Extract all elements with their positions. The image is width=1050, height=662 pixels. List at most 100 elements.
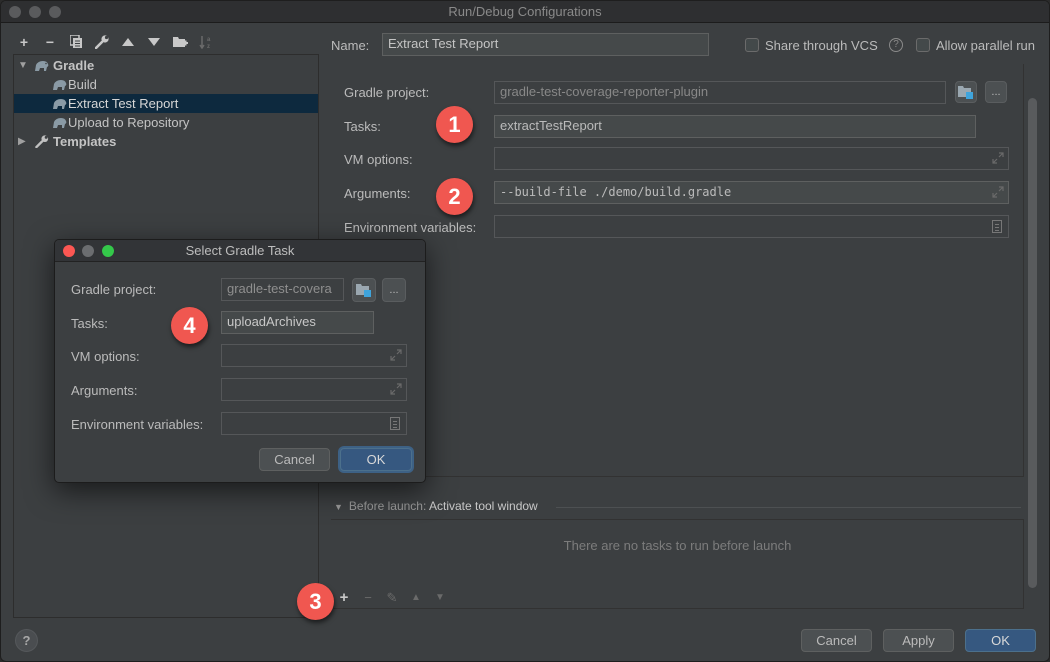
title-bar: Run/Debug Configurations xyxy=(1,1,1049,23)
tree-label-build: Build xyxy=(68,77,97,92)
dialog-vm-options-input[interactable] xyxy=(221,344,407,367)
tree-label-gradle: Gradle xyxy=(53,58,95,73)
dialog-arguments-input[interactable] xyxy=(221,378,407,401)
arrow-up-icon[interactable] xyxy=(119,33,137,51)
tree-label-extract-test-report: Extract Test Report xyxy=(68,96,179,111)
arguments-value: --build-file ./demo/build.gradle xyxy=(500,185,732,199)
tree-node-extract-test-report[interactable]: Extract Test Report xyxy=(14,94,318,113)
annotation-badge-3: 3 xyxy=(297,583,334,620)
before-launch-empty-text: There are no tasks to run before launch xyxy=(563,538,792,553)
plus-icon[interactable]: + xyxy=(337,589,351,606)
svg-text:a: a xyxy=(207,37,211,43)
window-title: Run/Debug Configurations xyxy=(448,4,602,19)
document-icon[interactable] xyxy=(992,220,1002,233)
annotation-badge-2: 2 xyxy=(436,178,473,215)
minimize-dialog-button[interactable] xyxy=(82,245,94,257)
ok-button[interactable]: OK xyxy=(965,629,1036,652)
select-gradle-task-dialog: Select Gradle Task Gradle project: gradl… xyxy=(54,239,426,483)
dialog-environment-variables-label: Environment variables: xyxy=(71,417,204,432)
tree-node-gradle[interactable]: ▼ Gradle xyxy=(14,56,318,75)
help-icon[interactable]: ? xyxy=(889,38,903,52)
close-window-button[interactable] xyxy=(9,6,21,18)
environment-variables-input[interactable] xyxy=(494,215,1009,238)
name-label: Name: xyxy=(331,38,370,53)
dialog-tasks-input[interactable]: uploadArchives xyxy=(221,311,374,334)
name-input[interactable]: Extract Test Report xyxy=(382,33,709,56)
annotation-badge-4: 4 xyxy=(171,307,208,344)
gradle-elephant-icon xyxy=(35,61,49,71)
dialog-tasks-label: Tasks: xyxy=(71,316,108,331)
help-button[interactable]: ? xyxy=(15,629,38,652)
dialog-title: Select Gradle Task xyxy=(185,243,295,258)
close-dialog-button[interactable] xyxy=(63,245,75,257)
zoom-window-button[interactable] xyxy=(49,6,61,18)
tasks-input[interactable]: extractTestReport xyxy=(494,115,976,138)
gradle-project-input[interactable]: gradle-test-coverage-reporter-plugin xyxy=(494,81,946,104)
copy-icon[interactable] xyxy=(67,33,85,51)
arguments-input[interactable]: --build-file ./demo/build.gradle xyxy=(494,181,1009,204)
gradle-elephant-icon xyxy=(53,118,67,128)
document-icon[interactable] xyxy=(390,417,400,430)
dialog-arguments-label: Arguments: xyxy=(71,383,138,398)
before-launch-header[interactable]: ▼ Before launch: Activate tool window xyxy=(334,499,538,513)
collapsed-arrow-icon[interactable]: ▶ xyxy=(18,132,26,151)
expand-icon[interactable] xyxy=(992,186,1004,198)
dialog-vm-options-label: VM options: xyxy=(71,349,140,364)
arguments-label: Arguments: xyxy=(344,186,411,201)
svg-text:z: z xyxy=(207,44,210,49)
dialog-title-bar: Select Gradle Task xyxy=(55,240,425,262)
select-project-button[interactable] xyxy=(955,81,977,103)
tasks-label: Tasks: xyxy=(344,119,381,134)
collapse-arrow-icon[interactable]: ▼ xyxy=(334,502,343,512)
gradle-elephant-icon xyxy=(53,99,67,109)
configurations-toolbar: + − az xyxy=(15,33,215,51)
dialog-select-project-button[interactable] xyxy=(352,278,376,302)
dialog-environment-variables-input[interactable] xyxy=(221,412,407,435)
allow-parallel-checkbox[interactable] xyxy=(916,38,930,52)
minus-icon[interactable]: − xyxy=(361,590,375,605)
gradle-elephant-icon xyxy=(53,80,67,90)
dialog-gradle-project-input[interactable]: gradle-test-covera xyxy=(221,278,344,301)
share-vcs-checkbox[interactable] xyxy=(745,38,759,52)
folder-icon xyxy=(958,86,973,99)
before-launch-title: Activate tool window xyxy=(428,499,538,513)
tree-node-templates[interactable]: ▶ Templates xyxy=(14,132,318,151)
expand-icon[interactable] xyxy=(390,383,402,395)
vm-options-label: VM options: xyxy=(344,152,413,167)
tree-node-upload-to-repository[interactable]: Upload to Repository xyxy=(14,113,318,132)
new-folder-icon[interactable] xyxy=(171,33,189,51)
minus-icon[interactable]: − xyxy=(41,33,59,51)
folder-icon xyxy=(356,284,371,297)
cancel-button[interactable]: Cancel xyxy=(801,629,872,652)
apply-button[interactable]: Apply xyxy=(883,629,954,652)
allow-parallel-label[interactable]: Allow parallel run xyxy=(936,38,1035,53)
arrow-down-icon[interactable]: ▼ xyxy=(433,592,447,603)
dialog-ok-button[interactable]: OK xyxy=(340,448,412,471)
expand-icon[interactable] xyxy=(992,152,1004,164)
gradle-project-label: Gradle project: xyxy=(344,85,430,100)
arrow-down-icon[interactable] xyxy=(145,33,163,51)
plus-icon[interactable]: + xyxy=(15,33,33,51)
vertical-scrollbar[interactable] xyxy=(1028,98,1037,588)
tree-label-upload-to-repository: Upload to Repository xyxy=(68,115,190,130)
browse-project-button[interactable]: ... xyxy=(985,81,1007,103)
sort-alpha-icon[interactable]: az xyxy=(197,33,215,51)
wrench-icon xyxy=(35,135,49,148)
dialog-cancel-button[interactable]: Cancel xyxy=(259,448,330,471)
minimize-window-button[interactable] xyxy=(29,6,41,18)
expanded-arrow-icon[interactable]: ▼ xyxy=(18,56,28,75)
environment-variables-label: Environment variables: xyxy=(344,220,477,235)
tree-node-build[interactable]: Build xyxy=(14,75,318,94)
wrench-icon[interactable] xyxy=(93,33,111,51)
arrow-up-icon[interactable]: ▲ xyxy=(409,592,423,603)
zoom-dialog-button[interactable] xyxy=(102,245,114,257)
dialog-browse-project-button[interactable]: ... xyxy=(382,278,406,302)
edit-icon[interactable]: ✎ xyxy=(385,590,399,606)
vm-options-input[interactable] xyxy=(494,147,1009,170)
annotation-badge-1: 1 xyxy=(436,106,473,143)
dialog-gradle-project-label: Gradle project: xyxy=(71,282,157,297)
before-launch-toolbar: + − ✎ ▲ ▼ xyxy=(337,589,447,606)
expand-icon[interactable] xyxy=(390,349,402,361)
share-vcs-label[interactable]: Share through VCS xyxy=(765,38,878,53)
before-launch-prefix: Before launch: xyxy=(348,499,429,513)
